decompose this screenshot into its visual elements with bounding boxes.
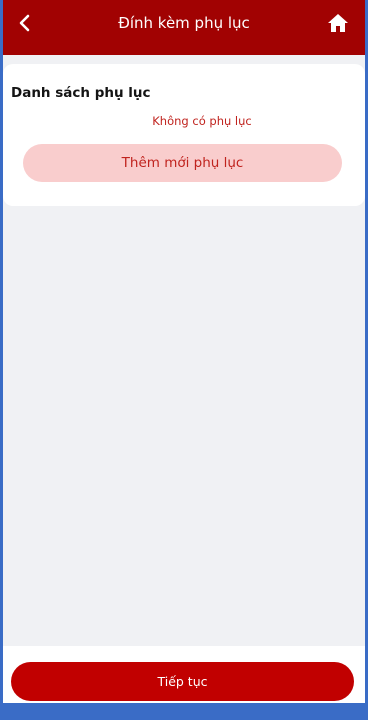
chevron-left-icon [19, 14, 30, 32]
back-button[interactable] [13, 11, 37, 35]
bottom-action-bar: Tiếp tục [3, 646, 365, 703]
home-icon [328, 14, 348, 32]
app-header: Đính kèm phụ lục [3, 0, 365, 55]
home-button[interactable] [325, 11, 351, 35]
empty-state-text: Không có phụ lục [152, 114, 252, 128]
attachments-list-title: Danh sách phụ lục [11, 85, 151, 101]
page-title: Đính kèm phụ lục [118, 14, 250, 32]
attachments-card: Danh sách phụ lục Không có phụ lục Thêm … [3, 64, 365, 206]
continue-button[interactable]: Tiếp tục [11, 662, 354, 701]
app-screen: Đính kèm phụ lục Danh sách phụ lục Không… [3, 0, 365, 703]
add-attachment-button[interactable]: Thêm mới phụ lục [23, 144, 342, 182]
